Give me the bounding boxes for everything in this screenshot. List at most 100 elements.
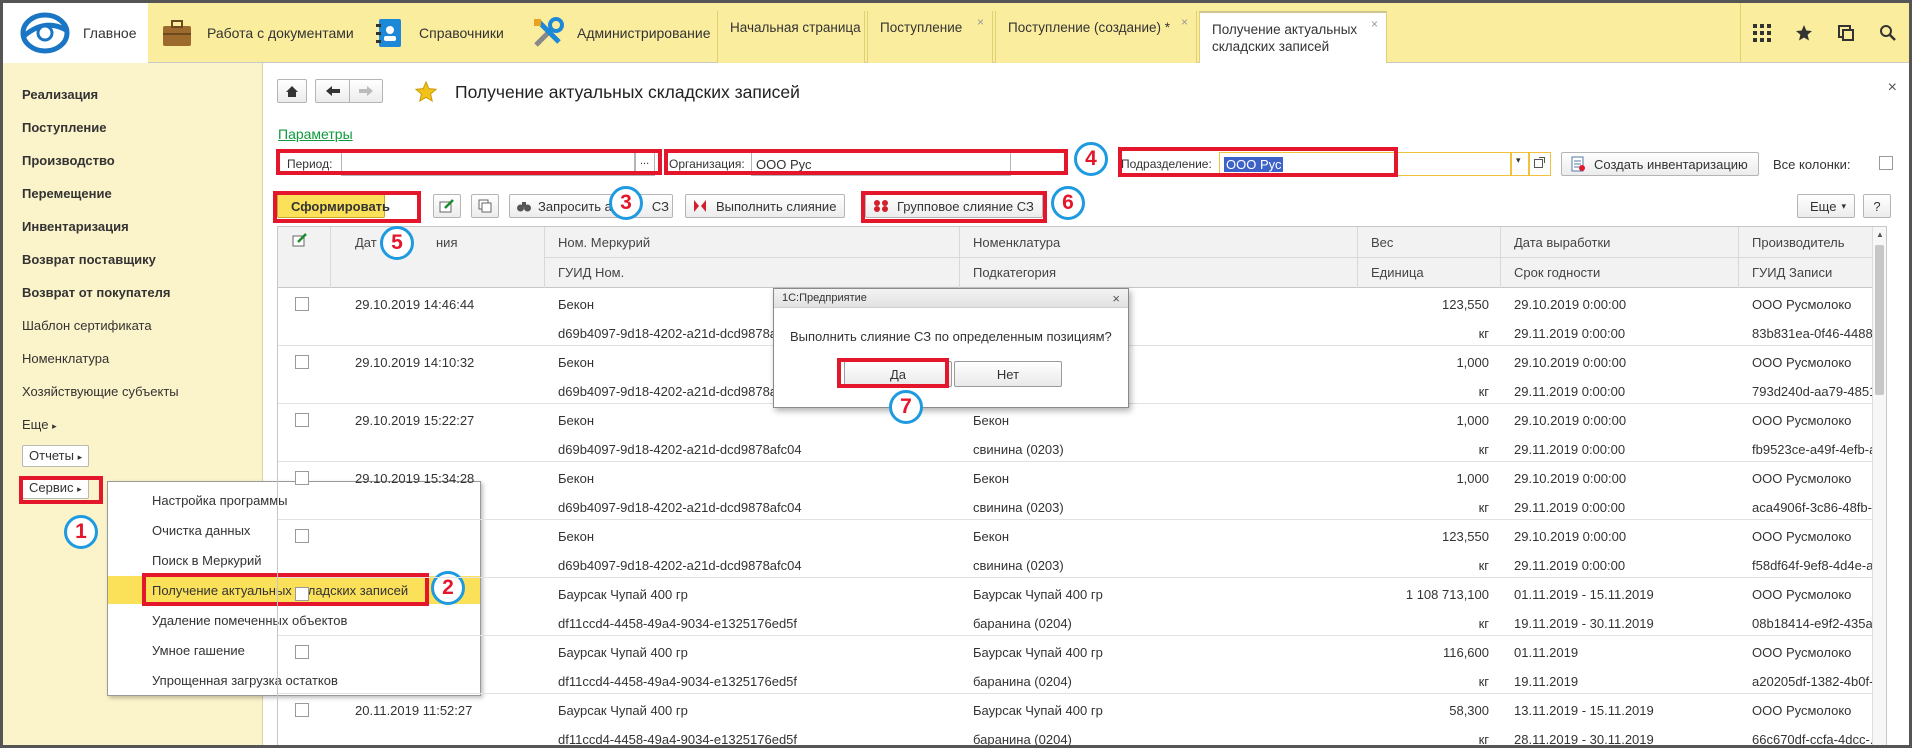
period-field[interactable] [341,152,635,176]
tab-receipt-create-label: Поступление (создание) * [1008,20,1171,35]
row-weight: 58,300 [1449,703,1489,718]
row-guid-record: aca4906f-3c86-48fb-... [1752,500,1872,515]
binoculars-icon [517,202,531,212]
close-icon[interactable]: × [1888,79,1897,97]
callout-6: 6 [1051,186,1085,220]
request-button[interactable]: Запросить а СЗ [509,194,673,218]
row-producer: ООО Русмолоко [1752,529,1852,544]
copy-button[interactable] [471,194,499,218]
close-icon[interactable]: × [1181,14,1188,31]
row-nomenclature: Баурсак Чупай 400 гр [973,645,1103,660]
row-shelf-life: 19.11.2019 - 30.11.2019 [1514,616,1654,631]
tab-receipt[interactable]: Поступление × [867,11,993,63]
sidebar-item-return-supplier[interactable]: Возврат поставщику [22,252,156,267]
row-checkbox[interactable] [295,297,309,311]
row-checkbox[interactable] [295,471,309,485]
dept-dropdown-button[interactable]: ▾ [1511,152,1529,176]
sidebar-item-cert-template[interactable]: Шаблон сертификата [22,318,152,333]
row-checkbox[interactable] [295,703,309,717]
row-shelf-life: 29.11.2019 0:00:00 [1514,558,1626,573]
row-weight: 123,550 [1442,297,1489,312]
close-icon[interactable]: × [1371,16,1378,33]
sidebar-item-sales[interactable]: Реализация [22,87,98,102]
app-window: Главное Работа с документами Справочники… [0,0,1912,748]
help-button[interactable]: ? [1863,194,1891,218]
page-title: Получение актуальных складских записей [455,82,800,102]
table-row[interactable]: 29.10.2019 15:22:27 Бекон d69b4097-9d18-42… [278,404,1886,462]
nav-documents[interactable]: Работа с документами [161,3,354,63]
parameters-link[interactable]: Параметры [278,126,353,142]
row-guid-nom: d69b4097-9d18-4202-a21d-dcd9878afc04 [558,442,802,457]
search-icon[interactable] [1879,24,1897,42]
row-producer: ООО Русмолоко [1752,645,1852,660]
form-label: Сформировать [291,198,391,214]
back-button[interactable] [315,79,349,103]
table-row[interactable]: Бекон d69b4097-9d18-4202-a21d-dcd9878afc0… [278,520,1886,578]
more-button[interactable]: Еще ▾ [1797,194,1855,218]
sidebar-item-production[interactable]: Производство [22,153,115,168]
vertical-scrollbar[interactable]: ▲ [1872,227,1886,745]
sidebar-item-nomenclature[interactable]: Номенклатура [22,351,109,366]
sidebar-item-return-customer[interactable]: Возврат от покупателя [22,285,170,300]
sidebar-item-transfer[interactable]: Перемещение [22,186,112,201]
table-row[interactable]: Баурсак Чупай 400 гр df11ccd4-4458-49a4-9… [278,578,1886,636]
table-row[interactable]: 20.11.2019 11:52:27 Баурсак Чупай 400 гр d… [278,694,1886,747]
dialog-no-button[interactable]: Нет [954,361,1062,387]
service-button[interactable]: Сервис ▸ [22,477,89,499]
merge-button[interactable]: Выполнить слияние [685,194,845,218]
table-row[interactable]: Баурсак Чупай 400 гр df11ccd4-4458-49a4-9… [278,636,1886,694]
favorite-star-icon[interactable] [415,81,437,102]
nav-home[interactable]: Главное [3,3,148,63]
edit-button[interactable] [433,194,461,218]
sidebar-item-receipt[interactable]: Поступление [22,120,107,135]
star-icon[interactable] [1795,24,1813,42]
home-button[interactable] [277,79,307,103]
group-merge-button[interactable]: Групповое слияние СЗ [865,194,1043,218]
form-button[interactable]: Сформировать [277,194,390,218]
tab-start[interactable]: Начальная страница [717,11,865,63]
row-prod-date: 29.10.2019 0:00:00 [1514,413,1627,428]
row-shelf-life: 29.11.2019 0:00:00 [1514,500,1626,515]
tab-warehouse-records[interactable]: Получение актуальных складских записей × [1199,11,1387,63]
row-producer: ООО Русмолоко [1752,587,1852,602]
row-date: 20.11.2019 11:52:27 [355,703,473,718]
row-subcategory: свинина (0203) [973,500,1064,515]
close-icon[interactable]: × [977,14,984,31]
tab-warehouse-records-label: Получение актуальных складских записей [1212,22,1358,54]
period-picker-button[interactable]: ... [635,152,655,176]
sidebar-more-label: Еще [22,417,49,432]
grid-icon[interactable] [1753,24,1771,42]
nav-admin[interactable]: Администрирование [531,3,711,63]
forward-button[interactable] [349,79,383,103]
table-row[interactable]: 29.10.2019 15:34:28 Бекон d69b4097-9d18-42… [278,462,1886,520]
row-shelf-life: 29.11.2019 0:00:00 [1514,326,1626,341]
sidebar-item-entities[interactable]: Хозяйствующие субъекты [22,384,179,399]
reports-button[interactable]: Отчеты ▸ [22,445,90,467]
dept-field[interactable]: ООО Рус [1219,152,1511,176]
col-producer: Производитель [1752,235,1845,250]
org-field[interactable]: ООО Рус [751,152,1011,176]
callout-4: 4 [1074,142,1108,176]
row-prod-date: 29.10.2019 0:00:00 [1514,297,1627,312]
nav-references[interactable]: Справочники [375,3,504,63]
history-icon[interactable] [1837,24,1855,42]
row-checkbox[interactable] [295,645,309,659]
group-merge-label: Групповое слияние СЗ [897,198,1034,214]
create-inventory-button[interactable]: Создать инвентаризацию [1561,152,1759,176]
dialog-yes-button[interactable]: Да [844,361,952,387]
all-columns-checkbox[interactable] [1879,156,1893,170]
row-checkbox[interactable] [295,529,309,543]
row-checkbox[interactable] [295,355,309,369]
close-icon[interactable]: × [1112,291,1120,306]
row-checkbox[interactable] [295,587,309,601]
row-guid-nom: d69b4097-9d18-4202-a21d-dcd9878afc04 [558,384,802,399]
row-prod-date: 01.11.2019 [1514,645,1579,660]
row-subcategory: баранина (0204) [973,732,1072,747]
sidebar-item-inventory[interactable]: Инвентаризация [22,219,129,234]
tab-receipt-create[interactable]: Поступление (создание) * × [995,11,1197,63]
row-unit: кг [1478,674,1489,689]
dept-open-button[interactable] [1529,152,1551,176]
row-checkbox[interactable] [295,413,309,427]
tab-receipt-label: Поступление [880,20,963,35]
sidebar-item-more[interactable]: Еще ▸ [22,417,57,432]
